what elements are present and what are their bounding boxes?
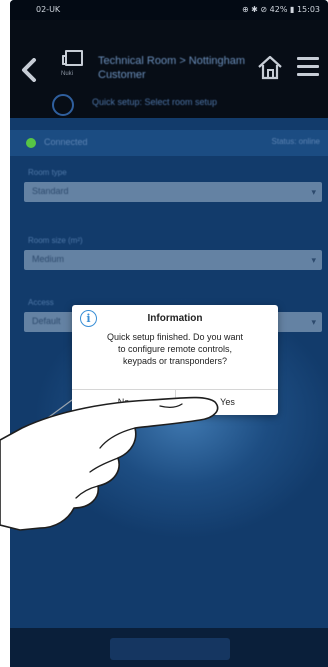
field-value: Medium	[32, 254, 65, 264]
status-dot	[26, 138, 36, 148]
section-title: Connected	[44, 137, 88, 147]
status-bar-indicators: ⊕ ✱ ⊘ 42% ▮ 15:03	[241, 5, 320, 14]
section-status: Status: online	[271, 137, 320, 146]
dialog-message: Quick setup finished. Do you want to con…	[82, 331, 268, 367]
room-size-select[interactable]: Medium ▾	[24, 250, 322, 270]
status-bar-carrier: 02-UK	[36, 5, 61, 14]
field-value: Default	[32, 316, 61, 326]
status-bar: 02-UK ⊕ ✱ ⊘ 42% ▮ 15:03	[10, 0, 328, 20]
chevron-down-icon: ▾	[311, 187, 316, 197]
home-icon[interactable]	[256, 53, 284, 81]
connection-row: Connected Status: online	[10, 130, 328, 156]
field-label: Room type	[28, 168, 67, 177]
dialog-title: Information	[147, 313, 203, 324]
field-value: Standard	[32, 186, 69, 196]
back-arrow-icon[interactable]	[20, 58, 38, 82]
hand-shape	[0, 396, 219, 531]
page-title: Technical Room > Nottingham Customer	[98, 55, 246, 81]
device-label: Nuki	[61, 71, 74, 77]
chevron-down-icon: ▾	[311, 317, 316, 327]
device-icon	[62, 50, 83, 66]
room-type-select[interactable]: Standard ▾	[24, 182, 322, 202]
quick-setup-icon	[52, 94, 74, 116]
menu-icon[interactable]	[297, 57, 319, 77]
page-subtitle: Quick setup: Select room setup	[92, 97, 218, 107]
bottom-action-button[interactable]	[110, 638, 230, 660]
app-header: Nuki Technical Room > Nottingham Custome…	[10, 20, 328, 118]
field-label: Room size (m²)	[28, 236, 83, 245]
dialog-message-line: to configure remote controls,	[117, 344, 233, 354]
bottom-bar	[10, 628, 328, 667]
dialog-message-line: keypads or transponders?	[122, 356, 228, 366]
dialog-message-line: Quick setup finished. Do you want	[106, 332, 244, 342]
field-label: Access	[28, 298, 54, 307]
chevron-down-icon: ▾	[311, 255, 316, 265]
pointing-hand-illustration	[0, 396, 219, 531]
